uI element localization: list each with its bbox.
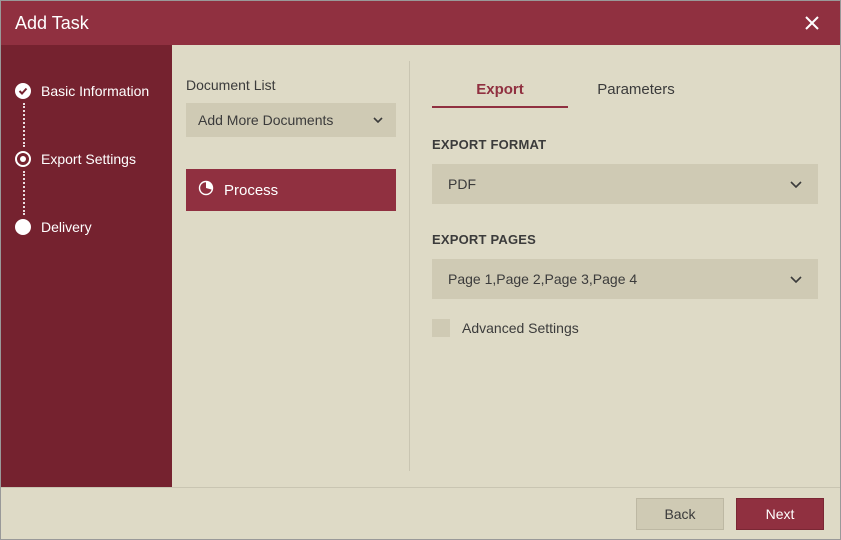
step-export-settings[interactable]: Export Settings — [1, 147, 172, 171]
export-pages-select[interactable]: Page 1,Page 2,Page 3,Page 4 — [432, 259, 818, 299]
export-pages-label: EXPORT PAGES — [432, 232, 818, 247]
pie-icon — [198, 180, 214, 200]
next-button[interactable]: Next — [736, 498, 824, 530]
export-format-select[interactable]: PDF — [432, 164, 818, 204]
button-label: Back — [664, 506, 695, 522]
dialog-footer: Back Next — [1, 487, 840, 539]
main-panel: Document List Add More Documents Proces — [172, 45, 840, 487]
back-button[interactable]: Back — [636, 498, 724, 530]
chevron-down-icon — [790, 178, 802, 190]
document-list-panel: Document List Add More Documents Proces — [172, 45, 410, 487]
tabs: Export Parameters — [432, 73, 818, 109]
button-label: Next — [766, 506, 795, 522]
step-delivery[interactable]: Delivery — [1, 215, 172, 239]
wizard-steps-sidebar: Basic Information Export Settings Delive… — [1, 45, 172, 487]
titlebar: Add Task — [1, 1, 840, 45]
chevron-down-icon — [790, 273, 802, 285]
document-item-process[interactable]: Process — [186, 169, 396, 211]
close-button[interactable] — [798, 9, 826, 37]
step-basic-information[interactable]: Basic Information — [1, 79, 172, 103]
todo-step-icon — [15, 219, 31, 235]
tab-label: Export — [476, 81, 524, 98]
check-icon — [15, 83, 31, 99]
export-format-label: EXPORT FORMAT — [432, 137, 818, 152]
select-value: Page 1,Page 2,Page 3,Page 4 — [448, 271, 637, 287]
document-item-label: Process — [224, 182, 278, 199]
add-task-dialog: Add Task Basic Information Export Settin… — [0, 0, 841, 540]
advanced-settings-label: Advanced Settings — [462, 320, 579, 336]
export-format-group: EXPORT FORMAT PDF — [432, 137, 818, 204]
dialog-title: Add Task — [15, 13, 89, 34]
current-step-icon — [15, 151, 31, 167]
step-label: Delivery — [41, 219, 92, 235]
tab-export[interactable]: Export — [432, 73, 568, 108]
advanced-settings-checkbox[interactable] — [432, 319, 450, 337]
chevron-down-icon — [372, 114, 384, 126]
step-connector — [1, 103, 172, 147]
export-settings-panel: Export Parameters EXPORT FORMAT PDF — [410, 45, 840, 487]
document-list-label: Document List — [186, 77, 396, 93]
dialog-body: Basic Information Export Settings Delive… — [1, 45, 840, 487]
add-more-documents-dropdown[interactable]: Add More Documents — [186, 103, 396, 137]
step-connector — [1, 171, 172, 215]
tab-parameters[interactable]: Parameters — [568, 73, 704, 108]
step-label: Basic Information — [41, 83, 149, 99]
export-pages-group: EXPORT PAGES Page 1,Page 2,Page 3,Page 4 — [432, 232, 818, 299]
close-icon — [805, 16, 819, 30]
advanced-settings-row: Advanced Settings — [432, 319, 818, 337]
step-label: Export Settings — [41, 151, 136, 167]
select-value: PDF — [448, 176, 476, 192]
tab-label: Parameters — [597, 81, 675, 98]
dropdown-label: Add More Documents — [198, 112, 333, 128]
